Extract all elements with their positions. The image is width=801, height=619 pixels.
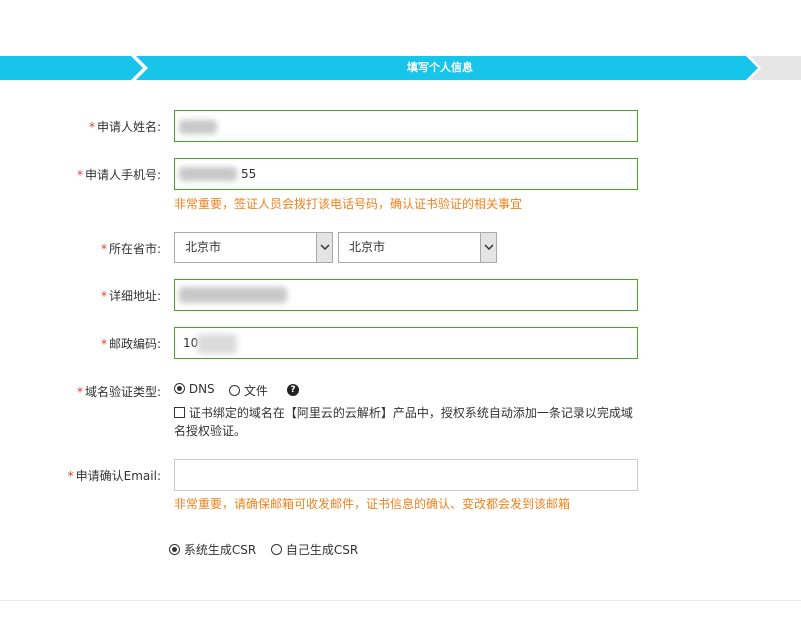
verify-file-option[interactable]: 文件 — [229, 382, 268, 399]
postcode-input[interactable]: 10 — [174, 327, 638, 359]
city-value: 北京市 — [349, 240, 386, 254]
radio-checked-icon[interactable] — [169, 544, 180, 555]
chevron-down-icon — [316, 233, 332, 262]
email-label: * 申请确认Email: — [67, 469, 161, 483]
radio-unchecked-icon[interactable] — [271, 544, 282, 555]
csr-system-option[interactable]: 系统生成CSR — [169, 541, 256, 558]
step-progress-bar: 填写个人信息 — [0, 56, 801, 80]
verify-dns-option[interactable]: DNS — [174, 382, 215, 396]
redacted-address — [179, 287, 287, 303]
applicant-name-label: * 申请人姓名: — [88, 120, 161, 134]
applicant-name-input[interactable] — [174, 110, 638, 142]
phone-label: * 申请人手机号: — [76, 168, 161, 182]
province-value: 北京市 — [185, 240, 222, 254]
postcode-visible-prefix: 10 — [183, 336, 199, 350]
footer-divider — [0, 600, 801, 601]
redacted-phone — [179, 167, 237, 181]
province-select[interactable]: 北京市 — [174, 232, 333, 263]
radio-checked-icon[interactable] — [174, 383, 185, 394]
redacted-postcode — [197, 334, 237, 354]
phone-input[interactable]: 55 — [174, 158, 638, 190]
csr-self-option[interactable]: 自己生成CSR — [271, 541, 358, 558]
address-input[interactable] — [174, 279, 638, 311]
checkbox-icon[interactable] — [174, 407, 185, 418]
domain-verify-label: * 域名验证类型: — [76, 385, 161, 399]
city-select[interactable]: 北京市 — [338, 232, 497, 263]
auto-dns-checkbox-row[interactable]: 证书绑定的域名在【阿里云的云解析】产品中，授权系统自动添加一条记录以完成域 — [174, 404, 633, 421]
step-current-title: 填写个人信息 — [407, 61, 473, 74]
postcode-label: * 邮政编码: — [100, 337, 161, 351]
region-label: * 所在省市: — [100, 242, 161, 256]
help-icon[interactable]: ? — [287, 381, 299, 396]
radio-unchecked-icon[interactable] — [229, 385, 240, 396]
redacted-name — [179, 120, 217, 134]
auto-dns-checkbox-text-2: 名授权验证。 — [174, 424, 247, 438]
address-label: * 详细地址: — [100, 289, 161, 303]
chevron-down-icon — [480, 233, 496, 262]
email-input[interactable] — [174, 459, 638, 491]
phone-visible-suffix: 55 — [241, 167, 257, 181]
email-hint: 非常重要，请确保邮箱可收发邮件，证书信息的确认、变改都会发到该邮箱 — [174, 497, 571, 511]
phone-hint: 非常重要，签证人员会拨打该电话号码，确认证书验证的相关事宜 — [174, 197, 523, 211]
